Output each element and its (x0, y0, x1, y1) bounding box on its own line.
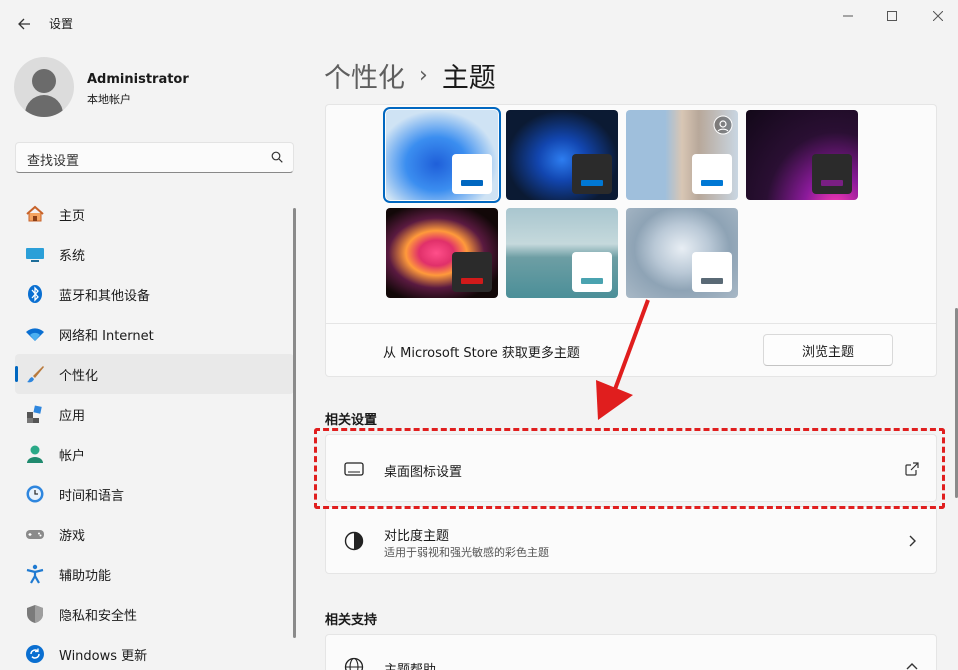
gamepad-icon (26, 530, 44, 539)
chevron-up-icon (906, 663, 918, 670)
theme-tile-sunrise[interactable] (506, 208, 618, 298)
store-themes-text: 从 Microsoft Store 获取更多主题 (383, 346, 580, 361)
sidebar-item-label: 网络和 Internet (59, 328, 154, 344)
microsoft-store-themes-row: 从 Microsoft Store 获取更多主题 浏览主题 (325, 323, 937, 377)
annotation-highlight-box (314, 428, 945, 509)
theme-tile-flow[interactable] (386, 208, 498, 298)
sidebar-item-label: 隐私和安全性 (59, 608, 138, 624)
related-support-heading: 相关支持 (325, 613, 378, 628)
theme-accent-bar (461, 180, 483, 186)
contrast-themes-subtitle: 适用于弱视和强光敏感的彩色主题 (384, 546, 549, 559)
sidebar-item-label: 辅助功能 (59, 568, 112, 584)
sidebar-item-label: 帐户 (59, 448, 86, 464)
home-icon (26, 205, 44, 222)
theme-accent-bar (581, 278, 603, 284)
theme-preview-window (692, 252, 732, 292)
sidebar-item-network[interactable]: 网络和 Internet (15, 314, 294, 354)
close-icon (933, 11, 943, 21)
sidebar-item-accounts[interactable]: 帐户 (15, 434, 294, 474)
search-input[interactable]: 查找设置 (15, 142, 294, 173)
brush-icon (27, 366, 44, 383)
theme-accent-bar (581, 180, 603, 186)
sidebar-item-windows-update[interactable]: Windows 更新 (15, 634, 294, 670)
active-indicator (15, 366, 18, 382)
search-placeholder: 查找设置 (27, 154, 80, 169)
search-icon (271, 151, 283, 163)
sidebar-item-label: 蓝牙和其他设备 (59, 288, 151, 304)
arrow-left-icon (18, 18, 30, 30)
theme-preview-window (452, 252, 492, 292)
minimize-button[interactable] (838, 6, 858, 26)
theme-tile-spotlight[interactable] (626, 110, 738, 200)
theme-preview-window (692, 154, 732, 194)
apps-icon (27, 405, 42, 423)
sidebar-item-privacy[interactable]: 隐私和安全性 (15, 594, 294, 634)
browse-themes-button[interactable]: 浏览主题 (763, 334, 893, 366)
sidebar-item-label: 应用 (59, 408, 86, 424)
theme-preview-window (452, 154, 492, 194)
theme-accent-bar (461, 278, 483, 284)
theme-tile-windows-light[interactable] (383, 107, 501, 203)
clock-globe-icon (26, 485, 44, 503)
minimize-icon (843, 15, 853, 17)
sidebar-item-time-language[interactable]: 时间和语言 (15, 474, 294, 514)
theme-help-title: 主题帮助 (384, 659, 436, 670)
sidebar-item-accessibility[interactable]: 辅助功能 (15, 554, 294, 594)
wifi-icon (26, 328, 44, 341)
sidebar-item-apps[interactable]: 应用 (15, 394, 294, 434)
breadcrumb-separator: › (419, 63, 428, 88)
sidebar-item-system[interactable]: 系统 (15, 234, 294, 274)
theme-preview-window (572, 154, 612, 194)
themes-gallery (325, 104, 937, 323)
bluetooth-icon (28, 285, 42, 303)
sidebar-item-label: 系统 (59, 248, 86, 264)
contrast-themes-row[interactable]: 对比度主题 适用于弱视和强光敏感的彩色主题 (325, 506, 937, 574)
system-icon (26, 248, 44, 262)
theme-tile-windows-dark[interactable] (506, 110, 618, 200)
contrast-themes-title: 对比度主题 (384, 529, 450, 544)
close-button[interactable] (928, 6, 948, 26)
back-button[interactable] (12, 12, 36, 36)
sidebar-item-label: 时间和语言 (59, 488, 125, 504)
theme-preview-window (572, 252, 612, 292)
theme-tile-bloom[interactable] (626, 208, 738, 298)
title-bar: 设置 (0, 0, 958, 48)
account-type: 本地帐户 (87, 93, 131, 106)
spotlight-icon (713, 115, 733, 135)
sidebar-scrollbar[interactable] (293, 208, 296, 638)
sidebar-item-bluetooth[interactable]: 蓝牙和其他设备 (15, 274, 294, 314)
related-settings-heading: 相关设置 (325, 413, 378, 428)
app-title: 设置 (49, 17, 74, 31)
chevron-right-icon (909, 535, 916, 547)
sidebar-item-label: 游戏 (59, 528, 86, 544)
globe-icon (344, 657, 364, 670)
shield-icon (27, 605, 43, 623)
page-title: 主题 (441, 63, 496, 94)
contrast-icon (344, 531, 364, 551)
avatar (14, 57, 74, 117)
update-icon (26, 645, 44, 663)
breadcrumb: 个性化 › 主题 (324, 56, 496, 95)
user-name: Administrator (87, 72, 189, 87)
theme-accent-bar (821, 180, 843, 186)
sidebar-nav: 主页 系统 蓝牙和其他设备 网络和 Internet 个性化 应用 帐户 时间和… (15, 194, 294, 670)
sidebar-item-label: Windows 更新 (59, 648, 148, 664)
theme-preview-window (812, 154, 852, 194)
sidebar-item-gaming[interactable]: 游戏 (15, 514, 294, 554)
sidebar-item-personalization[interactable]: 个性化 (15, 354, 294, 394)
accessibility-icon (26, 564, 44, 584)
sidebar-item-home[interactable]: 主页 (15, 194, 294, 234)
user-profile[interactable]: Administrator 本地帐户 (14, 57, 294, 119)
sidebar-item-label: 个性化 (59, 368, 99, 384)
theme-help-row[interactable]: 主题帮助 (325, 634, 937, 670)
maximize-button[interactable] (882, 6, 902, 26)
theme-accent-bar (701, 278, 723, 284)
breadcrumb-parent[interactable]: 个性化 (324, 56, 405, 95)
maximize-icon (887, 11, 897, 21)
theme-accent-bar (701, 180, 723, 186)
theme-tile-captured-motion[interactable] (746, 110, 858, 200)
sidebar-item-label: 主页 (59, 208, 86, 224)
account-icon (27, 445, 43, 463)
